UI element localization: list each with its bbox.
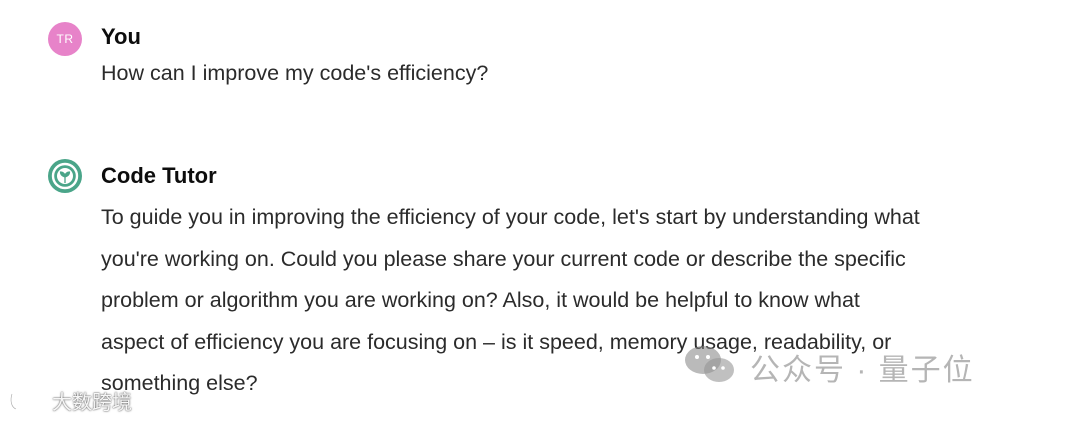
watermark-right: 公众号 · 量子位 — [750, 354, 975, 387]
watermark-logo-icon — [9, 392, 42, 410]
user-message-text: How can I improve my code's efficiency? — [101, 61, 489, 85]
watermark-left-text: 大数跨境 — [52, 392, 132, 414]
assistant-author-name: Code Tutor — [101, 163, 217, 188]
user-avatar-initials: TR — [56, 32, 74, 46]
user-avatar[interactable]: TR — [48, 22, 82, 56]
code-tutor-logo-icon[interactable] — [48, 159, 82, 193]
watermark-left: 大数跨境 — [8, 386, 132, 415]
assistant-line: To guide you in improving the efficiency… — [101, 205, 920, 229]
user-author-name: You — [101, 24, 141, 49]
wechat-icon — [685, 346, 734, 382]
assistant-line: you're working on. Could you please shar… — [101, 246, 906, 271]
assistant-line: problem or algorithm you are working on?… — [101, 288, 860, 312]
